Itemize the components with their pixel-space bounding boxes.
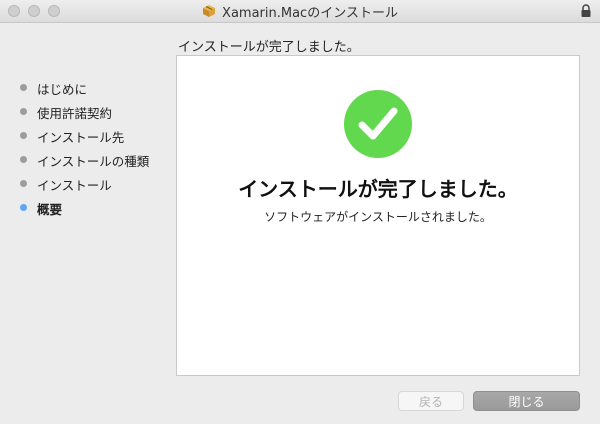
sidebar-item-summary: 概要 [0, 196, 170, 220]
sidebar-item-label: インストール先 [37, 130, 125, 145]
content-panel: インストールが完了しました。 ソフトウェアがインストールされました。 [176, 55, 580, 376]
step-dot-icon [20, 156, 27, 163]
step-sidebar: はじめに 使用許諾契約 インストール先 インストールの種類 インストール 概要 [0, 76, 170, 220]
sidebar-item-introduction: はじめに [0, 76, 170, 100]
sidebar-item-label: 使用許諾契約 [37, 106, 113, 121]
sidebar-item-label: インストール [37, 178, 112, 193]
completion-subtitle: ソフトウェアがインストールされました。 [264, 210, 492, 224]
window-title-group: Xamarin.Macのインストール [0, 0, 600, 22]
step-dot-icon [20, 84, 27, 91]
installer-window: Xamarin.Macのインストール インストールが完了しました。 はじめに 使… [0, 0, 600, 424]
window-title: Xamarin.Macのインストール [222, 5, 398, 21]
sidebar-item-label: インストールの種類 [37, 154, 150, 169]
step-dot-icon [20, 132, 27, 139]
close-window-button[interactable] [8, 5, 20, 17]
back-button[interactable]: 戻る [398, 391, 464, 411]
checkmark-circle-icon [344, 90, 412, 158]
zoom-window-button[interactable] [48, 5, 60, 17]
step-dot-active-icon [20, 204, 27, 211]
sidebar-item-label: 概要 [37, 202, 63, 217]
minimize-window-button[interactable] [28, 5, 40, 17]
step-dot-icon [20, 108, 27, 115]
sidebar-item-installation-type: インストールの種類 [0, 148, 170, 172]
close-button[interactable]: 閉じる [473, 391, 580, 411]
step-dot-icon [20, 180, 27, 187]
pane-heading: インストールが完了しました。 [178, 40, 360, 55]
sidebar-item-license: 使用許諾契約 [0, 100, 170, 124]
package-icon [203, 5, 216, 17]
completion-title: インストールが完了しました。 [238, 177, 518, 201]
sidebar-item-label: はじめに [37, 82, 88, 97]
sidebar-item-destination: インストール先 [0, 124, 170, 148]
lock-icon [581, 4, 591, 17]
sidebar-item-installation: インストール [0, 172, 170, 196]
title-bar[interactable]: Xamarin.Macのインストール [0, 0, 600, 23]
